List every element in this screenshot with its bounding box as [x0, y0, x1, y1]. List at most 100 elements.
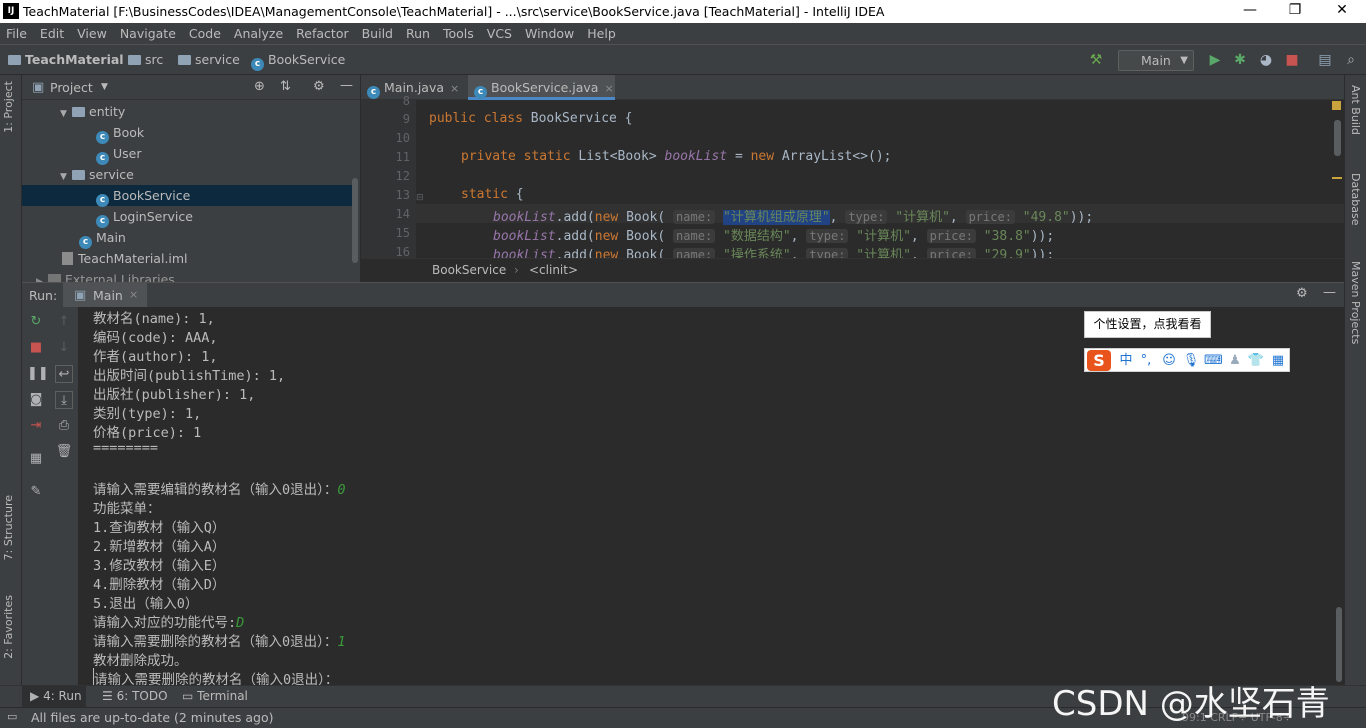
search-everywhere-icon[interactable]: ⌕: [1343, 52, 1359, 68]
breadcrumb-class[interactable]: BookService: [432, 263, 506, 277]
run-icon[interactable]: ▶: [1207, 52, 1223, 68]
left-tool-strip: 1: Project 7: Structure 2: Favorites: [0, 75, 22, 685]
breadcrumb-method[interactable]: <clinit>: [529, 263, 578, 277]
collapse-all-icon[interactable]: ⇅: [280, 79, 291, 94]
hide-panel-icon[interactable]: —: [1323, 285, 1336, 300]
bottom-tab-todo[interactable]: ☰ 6: TODO: [102, 689, 168, 703]
exit-icon[interactable]: ⇥: [27, 417, 45, 435]
menu-analyze[interactable]: Analyze: [234, 26, 283, 41]
run-config-select[interactable]: Main ▼: [1118, 50, 1194, 71]
menu-view[interactable]: View: [77, 26, 107, 41]
build-hammer-icon[interactable]: ⚒: [1088, 52, 1104, 68]
menu-refactor[interactable]: Refactor: [296, 26, 348, 41]
editor-scrollbar[interactable]: [1334, 120, 1341, 156]
tool-tab-ant-build[interactable]: Ant Build: [1349, 85, 1362, 135]
menu-build[interactable]: Build: [362, 26, 393, 41]
ime-punctuation-toggle[interactable]: °,: [1137, 352, 1155, 370]
print-icon[interactable]: ⎙: [55, 417, 73, 435]
dump-threads-icon[interactable]: ◙: [27, 391, 45, 409]
warning-stripe: [1332, 177, 1342, 179]
stop-icon[interactable]: ■: [1284, 52, 1300, 68]
pin-icon[interactable]: ✎: [27, 483, 45, 501]
stop-icon[interactable]: ■: [27, 339, 45, 357]
soft-wrap-icon[interactable]: ↩: [55, 365, 73, 383]
tree-item-service[interactable]: ▼ service: [60, 164, 134, 185]
ime-mode-toggle[interactable]: 中: [1117, 352, 1135, 370]
tool-tab-favorites[interactable]: 2: Favorites: [2, 595, 15, 659]
menu-navigate[interactable]: Navigate: [120, 26, 176, 41]
tree-item-iml[interactable]: TeachMaterial.iml: [62, 248, 188, 269]
pause-icon[interactable]: ❚❚: [27, 365, 49, 383]
project-scrollbar[interactable]: [352, 178, 358, 263]
debug-bug-icon[interactable]: ✱: [1232, 52, 1248, 68]
tool-tab-project[interactable]: 1: Project: [2, 81, 15, 133]
menu-run[interactable]: Run: [406, 26, 430, 41]
crumb-src[interactable]: src: [128, 52, 163, 67]
param-hint: name:: [673, 210, 716, 224]
console-line: 作者(author): 1,: [93, 349, 218, 365]
locate-icon[interactable]: ⊕: [254, 79, 265, 94]
code-editor[interactable]: ⊟ public class BookService { private sta…: [416, 100, 1344, 258]
tree-item-external-libraries[interactable]: ▶ External Libraries: [36, 269, 175, 282]
console-scroll-thumb[interactable]: [1336, 607, 1342, 682]
tool-tab-structure[interactable]: 7: Structure: [2, 495, 15, 560]
ime-tooltip[interactable]: 个性设置，点我看看: [1084, 311, 1211, 338]
tool-tab-maven[interactable]: Maven Projects: [1349, 261, 1362, 344]
menu-file[interactable]: File: [6, 26, 27, 41]
console-scrollbar[interactable]: [1334, 307, 1344, 685]
gear-icon[interactable]: ⚙: [1296, 286, 1308, 301]
folder-icon: [128, 55, 141, 65]
scroll-down-icon[interactable]: ↓: [55, 339, 73, 357]
tree-item-user[interactable]: c User: [96, 143, 142, 165]
inspection-status-icon[interactable]: [1332, 101, 1341, 110]
hide-panel-icon[interactable]: —: [340, 78, 353, 93]
run-tab-main[interactable]: ▣ Main ×: [63, 283, 147, 308]
close-icon[interactable]: ×: [129, 288, 138, 301]
skin-shirt-icon[interactable]: 👕: [1247, 352, 1265, 370]
coverage-icon[interactable]: ◕: [1258, 52, 1274, 68]
minimize-icon[interactable]: —: [1240, 2, 1260, 20]
close-icon[interactable]: ×: [604, 82, 613, 95]
crumb-bookservice[interactable]: c BookService: [251, 52, 345, 71]
project-view-select[interactable]: Project: [50, 80, 93, 95]
crumb-project[interactable]: TeachMaterial: [8, 52, 124, 67]
sogou-logo-icon[interactable]: S: [1087, 350, 1111, 371]
keyboard-icon[interactable]: ⌨: [1204, 352, 1223, 370]
tab-main-java[interactable]: c Main.java ×: [361, 75, 465, 100]
tool-tab-database[interactable]: Database: [1349, 173, 1362, 226]
folder-icon: [178, 55, 191, 65]
tree-item-book[interactable]: c Book: [96, 122, 144, 144]
trash-icon[interactable]: 🗑: [55, 443, 73, 461]
tab-bookservice-java[interactable]: c BookService.java ×: [468, 75, 615, 100]
menu-edit[interactable]: Edit: [40, 26, 64, 41]
project-structure-icon[interactable]: ▤: [1317, 52, 1333, 68]
scroll-up-icon[interactable]: ↑: [55, 313, 73, 331]
toolbox-grid-icon[interactable]: ▦: [1269, 352, 1287, 370]
scroll-to-end-icon[interactable]: ⤓: [55, 391, 73, 409]
rerun-icon[interactable]: ↻: [27, 313, 45, 331]
bottom-tab-run[interactable]: ▶ 4: Run: [30, 689, 82, 703]
close-icon[interactable]: ✕: [1332, 2, 1352, 20]
tree-item-bookservice[interactable]: c BookService: [22, 185, 352, 207]
restore-icon[interactable]: ❐: [1285, 2, 1305, 20]
fold-icon[interactable]: ⊟: [416, 193, 424, 203]
menu-tools[interactable]: Tools: [443, 26, 474, 41]
menu-code[interactable]: Code: [189, 26, 221, 41]
tree-item-entity[interactable]: ▼ entity: [60, 101, 125, 122]
menu-vcs[interactable]: VCS: [487, 26, 512, 41]
restore-layout-icon[interactable]: ▦: [27, 450, 45, 468]
tree-item-main[interactable]: c Main: [79, 227, 126, 249]
emoji-icon[interactable]: ☺: [1160, 352, 1178, 370]
user-icon[interactable]: ♟: [1226, 352, 1244, 370]
menu-window[interactable]: Window: [525, 26, 574, 41]
tree-item-loginservice[interactable]: c LoginService: [96, 206, 193, 228]
gear-icon[interactable]: ⚙: [313, 79, 325, 94]
status-window-icon[interactable]: ▭: [7, 710, 17, 723]
menu-help[interactable]: Help: [587, 26, 616, 41]
package-icon: [72, 170, 85, 180]
bottom-tab-terminal[interactable]: ▭ Terminal: [182, 689, 248, 703]
close-icon[interactable]: ×: [450, 82, 459, 95]
right-tool-strip: Ant Build Database Maven Projects: [1344, 75, 1366, 685]
microphone-icon[interactable]: 🎙: [1182, 352, 1200, 370]
crumb-service[interactable]: service: [178, 52, 240, 67]
